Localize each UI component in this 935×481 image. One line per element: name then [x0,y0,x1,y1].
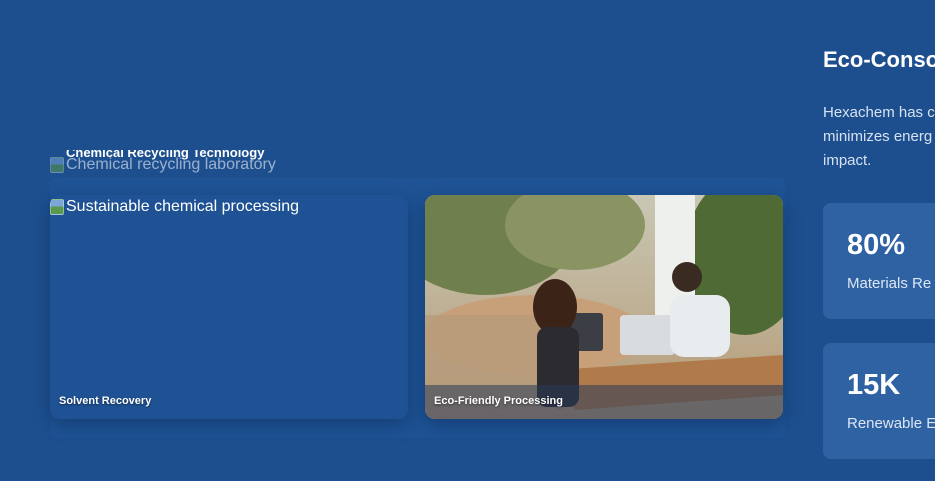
hero-image: Chemical recycling laboratory [50,156,276,174]
stat-card-materials: 80% Materials Re [823,203,935,319]
stat-card-renewable: 15K Renewable E [823,343,935,459]
description-line: Hexachem has c [823,104,935,121]
tile-eco-friendly-processing[interactable]: Eco-Friendly Processing [425,195,783,419]
hero-image-card: Chemical Recycling Technology Chemical r… [50,150,785,180]
hero-image-alt: Chemical recycling laboratory [66,156,276,173]
outdoor-meeting-photo [425,195,783,419]
stat-label: Materials Re [847,275,932,292]
tile-label-eco: Eco-Friendly Processing [434,395,563,407]
section-description: Hexachem has c minimizes energ impact. [823,101,935,173]
broken-image-icon [50,199,64,215]
tile-solvent-recovery[interactable]: Sustainable chemical processing Solvent … [50,195,408,419]
solvent-image-alt: Sustainable chemical processing [66,198,300,215]
section-title: Eco-Conso [823,47,935,72]
description-line: minimizes energ [823,128,933,145]
description-line: impact. [823,152,872,169]
stat-value: 80% [847,229,906,261]
solvent-image: Sustainable chemical processing [50,198,299,216]
stat-value: 15K [847,369,901,401]
broken-image-icon [50,157,64,173]
tile-label-solvent: Solvent Recovery [59,395,152,407]
stat-label: Renewable E [847,415,935,432]
